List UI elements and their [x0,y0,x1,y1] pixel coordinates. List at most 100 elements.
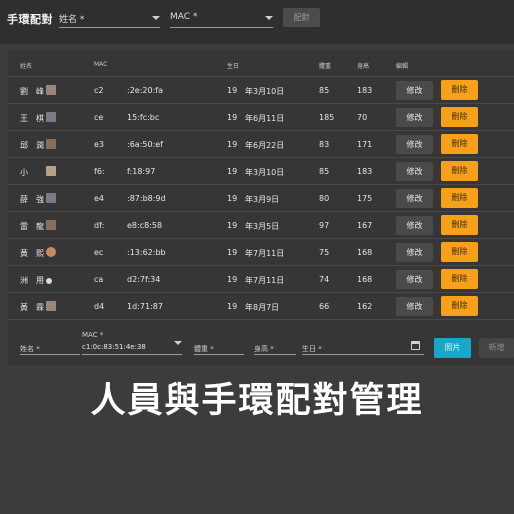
edit-button[interactable]: 修改 [396,81,433,100]
person-name: 雷 龍 [20,222,44,231]
pair-button[interactable]: 配對 [283,8,320,27]
birth-year: 19 [227,302,238,311]
column-header-name: 姓名 [20,63,33,70]
table-row: 黃 熙 ec :13:62:bb 19 年7月11日 75 168 修改 刪除 [8,239,514,266]
height-value: 183 [357,86,373,95]
person-name: 洲 用 [20,276,44,285]
weight-value: 66 [319,302,330,311]
mac-select[interactable]: MAC * [170,10,273,28]
chevron-down-icon [152,16,160,20]
calendar-icon[interactable] [411,341,420,350]
weight-value: 74 [319,275,330,284]
avatar [46,247,56,257]
add-button[interactable]: 新增 [479,338,514,358]
edit-button[interactable]: 修改 [396,243,433,262]
birth-date: 年3月10日 [245,87,285,96]
birth-year: 19 [227,167,238,176]
delete-button[interactable]: 刪除 [441,269,478,289]
delete-button[interactable]: 刪除 [441,161,478,181]
birth-year: 19 [227,86,238,95]
delete-button[interactable]: 刪除 [441,80,478,100]
column-header-edit: 編輯 [396,63,409,70]
height-value: 171 [357,140,373,149]
height-field-label: 身高 * [254,345,274,353]
table-row: 王 棋 ce 15:fc:bc 19 年6月11日 185 70 修改 刪除 [8,104,514,131]
height-value: 167 [357,221,373,230]
avatar [46,278,52,284]
birth-date: 年3月5日 [245,222,280,231]
mac-field-label: MAC * [82,331,104,339]
avatar [46,301,56,311]
weight-value: 75 [319,248,330,257]
height-value: 162 [357,302,373,311]
edit-button[interactable]: 修改 [396,189,433,208]
mac-field[interactable]: MAC * c1:0c:83:51:4e:38 [82,330,182,355]
weight-value: 85 [319,167,330,176]
birth-date: 年6月22日 [245,141,285,150]
edit-button[interactable]: 修改 [396,135,433,154]
mac-suffix: :6a:50:ef [127,140,163,149]
birth-date: 年6月11日 [245,114,285,123]
mac-suffix: d2:7f:34 [127,275,161,284]
edit-button[interactable]: 修改 [396,108,433,127]
weight-value: 185 [319,113,335,122]
birthday-field[interactable]: 生日 * [302,340,424,355]
column-header-height: 身高 [357,63,370,70]
add-person-form: 姓名 * MAC * c1:0c:83:51:4e:38 體重 * 身高 * 生… [8,326,514,366]
delete-button[interactable]: 刪除 [441,215,478,235]
birth-date: 年7月11日 [245,276,285,285]
person-name: 邱 潤 [20,141,44,150]
mac-suffix: f:18:97 [127,167,156,176]
height-field[interactable]: 身高 * [254,340,296,355]
mac-suffix: :2e:20:fa [127,86,163,95]
weight-value: 80 [319,194,330,203]
edit-button[interactable]: 修改 [396,162,433,181]
person-name: 黃 霖 [20,303,44,312]
table-row: 薛 強 e4 :87:b8:9d 19 年3月9日 80 175 修改 刪除 [8,185,514,212]
delete-button[interactable]: 刪除 [441,134,478,154]
mac-prefix: f6: [94,167,105,176]
mac-suffix: e8:c8:58 [127,221,163,230]
birth-year: 19 [227,194,238,203]
person-name: 劉 峰 [20,87,44,96]
mac-prefix: c2 [94,86,104,95]
name-select[interactable]: 姓名 * [59,10,160,28]
mac-prefix: e3 [94,140,105,149]
birth-year: 19 [227,248,238,257]
delete-button[interactable]: 刪除 [441,242,478,262]
edit-button[interactable]: 修改 [396,270,433,289]
table-row: 黃 霖 d4 1d:71:87 19 年8月7日 66 162 修改 刪除 [8,293,514,320]
weight-value: 97 [319,221,330,230]
edit-button[interactable]: 修改 [396,216,433,235]
birth-date: 年3月9日 [245,195,280,204]
mac-suffix: 1d:71:87 [127,302,163,311]
height-value: 168 [357,275,373,284]
weight-field[interactable]: 體重 * [194,340,244,355]
delete-button[interactable]: 刪除 [441,296,478,316]
column-header-birthday: 生日 [227,63,240,70]
birth-date: 年3月10日 [245,168,285,177]
birth-year: 19 [227,113,238,122]
birth-date: 年7月11日 [245,249,285,258]
birth-year: 19 [227,275,238,284]
photo-button[interactable]: 照片 [434,338,471,358]
delete-button[interactable]: 刪除 [441,188,478,208]
table-row: 劉 峰 c2 :2e:20:fa 19 年3月10日 85 183 修改 刪除 [8,77,514,104]
weight-value: 85 [319,86,330,95]
page-title: 手環配對 [7,13,53,26]
birth-date: 年8月7日 [245,303,280,312]
birth-year: 19 [227,221,238,230]
height-value: 175 [357,194,373,203]
mac-suffix: 15:fc:bc [127,113,160,122]
mac-prefix: ce [94,113,104,122]
edit-button[interactable]: 修改 [396,297,433,316]
column-header-mac: MAC [94,61,108,68]
table-row: 邱 潤 e3 :6a:50:ef 19 年6月22日 83 171 修改 刪除 [8,131,514,158]
top-toolbar: 手環配對 姓名 * MAC * 配對 [0,0,514,44]
avatar [46,166,56,176]
avatar [46,193,56,203]
delete-button[interactable]: 刪除 [441,107,478,127]
name-field[interactable]: 姓名 * [20,340,80,355]
caption-text: 人員與手環配對管理 [90,381,424,421]
table-header: 姓名 MAC 生日 體重 身高 編輯 [8,50,514,77]
